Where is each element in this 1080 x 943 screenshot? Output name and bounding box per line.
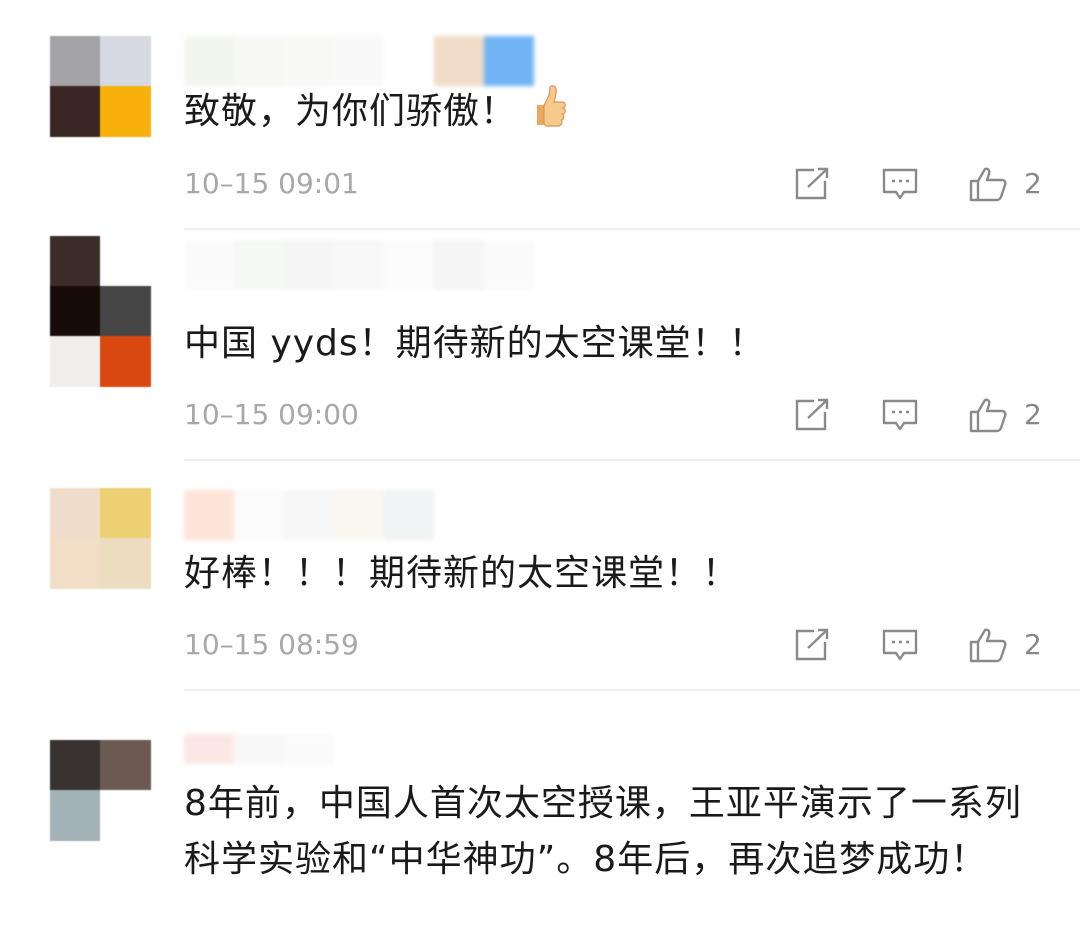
thumbs-up-icon bbox=[969, 167, 1007, 202]
reply-icon bbox=[882, 629, 918, 661]
comment-text-content: 8年前，中国人首次太空授课，王亚平演示了一系列科学实验和“中华神功”。8年后，再… bbox=[184, 783, 1022, 880]
avatar[interactable] bbox=[50, 36, 152, 138]
like-button[interactable] bbox=[968, 397, 1008, 433]
share-icon bbox=[795, 628, 829, 661]
reply-button[interactable] bbox=[880, 627, 920, 663]
reply-button[interactable] bbox=[880, 166, 920, 202]
share-button[interactable] bbox=[792, 397, 832, 433]
comment-text: 中国 yyds！期待新的太空课堂！！ bbox=[184, 316, 1034, 372]
timestamp: 10–15 09:01 bbox=[184, 167, 359, 200]
like-count: 2 bbox=[1024, 628, 1042, 661]
comment-text-content: 中国 yyds！期待新的太空课堂！！ bbox=[184, 323, 766, 364]
avatar[interactable] bbox=[50, 236, 152, 388]
reply-button[interactable] bbox=[880, 397, 920, 433]
comment-text-content: 致敬，为你们骄傲！ bbox=[184, 91, 518, 132]
divider bbox=[184, 228, 1080, 230]
timestamp: 10–15 09:00 bbox=[184, 398, 359, 431]
like-count: 2 bbox=[1024, 398, 1042, 431]
comment-meta: 10–15 09:01 2 bbox=[184, 164, 1044, 204]
avatar[interactable] bbox=[50, 488, 152, 590]
thumbs-up-icon bbox=[969, 628, 1007, 663]
username-redacted[interactable] bbox=[184, 490, 434, 540]
comment-text: 致敬，为你们骄傲！ bbox=[184, 84, 1034, 146]
reply-icon bbox=[882, 399, 918, 431]
thumbs-up-icon bbox=[969, 398, 1007, 433]
share-button[interactable] bbox=[792, 627, 832, 663]
like-button[interactable] bbox=[968, 627, 1008, 663]
like-button[interactable] bbox=[968, 166, 1008, 202]
avatar[interactable] bbox=[50, 740, 152, 842]
username-redacted[interactable] bbox=[184, 734, 334, 764]
divider bbox=[184, 689, 1080, 691]
share-icon bbox=[795, 167, 829, 200]
thumbs-up-emoji-icon bbox=[531, 85, 567, 146]
reply-icon bbox=[882, 168, 918, 200]
divider bbox=[184, 459, 1080, 461]
like-count: 2 bbox=[1024, 167, 1042, 200]
username-redacted[interactable] bbox=[184, 240, 534, 290]
comment-text-content: 好棒！！！期待新的太空课堂！！ bbox=[184, 553, 740, 594]
share-button[interactable] bbox=[792, 166, 832, 202]
comment-text: 8年前，中国人首次太空授课，王亚平演示了一系列科学实验和“中华神功”。8年后，再… bbox=[184, 776, 1034, 888]
timestamp: 10–15 08:59 bbox=[184, 628, 359, 661]
comment-text: 好棒！！！期待新的太空课堂！！ bbox=[184, 546, 1034, 602]
comment-meta: 10–15 09:00 2 bbox=[184, 395, 1044, 435]
username-redacted[interactable] bbox=[184, 36, 534, 86]
comment-meta: 10–15 08:59 2 bbox=[184, 625, 1044, 665]
share-icon bbox=[795, 398, 829, 431]
